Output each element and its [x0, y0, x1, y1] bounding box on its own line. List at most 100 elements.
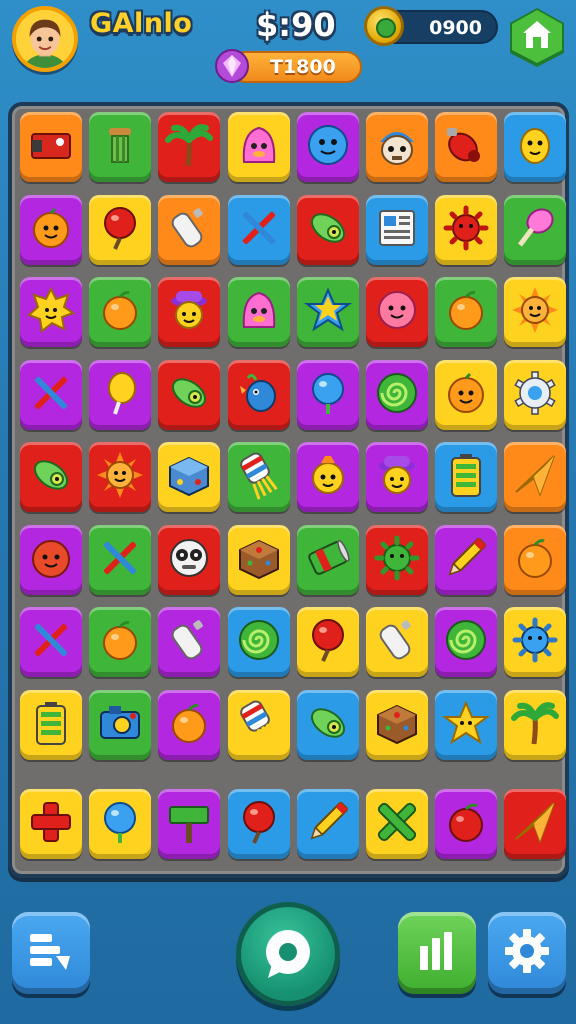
pencil-cross-icon: [104, 541, 137, 574]
game-board: [8, 102, 569, 878]
red-face-icon: [32, 539, 70, 578]
board-tile[interactable]: [504, 524, 567, 595]
board-tile[interactable]: [504, 607, 567, 677]
board-tile[interactable]: [435, 442, 498, 512]
board-tile[interactable]: [504, 689, 567, 760]
board-tile[interactable]: [20, 277, 82, 347]
board-tile[interactable]: [89, 359, 152, 430]
board-tile[interactable]: [227, 607, 290, 677]
board-tile[interactable]: [89, 607, 152, 677]
avatar[interactable]: [12, 6, 78, 72]
yellow-balloon-icon: [108, 371, 137, 415]
board-tile[interactable]: [89, 112, 152, 182]
board-tile[interactable]: [435, 277, 498, 347]
board-tile[interactable]: [20, 607, 82, 677]
board-tile[interactable]: [296, 689, 359, 760]
board-tile[interactable]: [296, 442, 359, 512]
board-tile[interactable]: [366, 112, 428, 182]
board-tile[interactable]: [296, 194, 359, 265]
board-tile[interactable]: [158, 112, 221, 182]
board-tile[interactable]: [20, 442, 82, 512]
board-tile[interactable]: [158, 359, 221, 430]
board-tile[interactable]: [296, 359, 359, 430]
board-tile[interactable]: [158, 277, 221, 347]
board-tile[interactable]: [366, 689, 428, 760]
board-tile[interactable]: [227, 194, 290, 265]
board-tile[interactable]: [158, 689, 221, 760]
home-button[interactable]: [508, 6, 566, 68]
green-can-icon: [308, 539, 350, 575]
board-tile[interactable]: [227, 277, 290, 347]
orange-fruit-icon: [518, 538, 553, 578]
stats-button[interactable]: [398, 912, 476, 994]
blue-star-icon: [303, 287, 352, 332]
board-tile[interactable]: [504, 359, 567, 430]
board-tile[interactable]: [158, 442, 221, 512]
board-tile[interactable]: [504, 277, 567, 347]
red-balloon-icon: [104, 206, 137, 250]
board-tile[interactable]: [296, 524, 359, 595]
board-tile[interactable]: [435, 112, 498, 182]
board-tile[interactable]: [504, 788, 567, 859]
menu-button[interactable]: [12, 912, 90, 994]
board-tile[interactable]: [227, 442, 290, 512]
board-tile[interactable]: [366, 788, 428, 859]
board-tile[interactable]: [227, 689, 290, 760]
board-tile[interactable]: [89, 524, 152, 595]
board-tile[interactable]: [504, 112, 567, 182]
settings-button[interactable]: [488, 912, 566, 994]
gem-counter[interactable]: T1800: [215, 49, 362, 83]
white-mask-icon: [170, 538, 209, 577]
orange-fruit-icon: [449, 291, 484, 330]
board-tile[interactable]: [20, 689, 82, 760]
board-tile[interactable]: [366, 607, 428, 677]
board-tile[interactable]: [435, 689, 498, 760]
board-tile[interactable]: [435, 194, 498, 265]
board-tile[interactable]: [20, 112, 82, 182]
board-tile[interactable]: [435, 359, 498, 430]
board-tile[interactable]: [366, 277, 428, 347]
board-tile[interactable]: [296, 112, 359, 182]
board-tile[interactable]: [158, 607, 221, 677]
board-tile[interactable]: [89, 442, 152, 512]
board-tile[interactable]: [20, 359, 82, 430]
board-tile[interactable]: [89, 277, 152, 347]
gear-icon: [505, 929, 549, 973]
red-spiky-ball-icon: [443, 205, 489, 250]
striped-brush-icon: [239, 700, 278, 748]
board-tile[interactable]: [158, 788, 221, 859]
board-tile[interactable]: [227, 788, 290, 859]
board-tile[interactable]: [435, 788, 498, 859]
board-tile[interactable]: [366, 194, 428, 265]
board-tile[interactable]: [504, 442, 567, 512]
board-tile[interactable]: [89, 689, 152, 760]
green-rocket-icon: [172, 377, 207, 408]
red-balloon-icon: [311, 619, 344, 662]
pink-blob-icon: [242, 126, 275, 163]
board-tile[interactable]: [158, 194, 221, 265]
board-tile[interactable]: [296, 788, 359, 859]
coin-counter[interactable]: 0900: [364, 6, 498, 46]
board-tile[interactable]: [296, 277, 359, 347]
board-tile[interactable]: [20, 788, 82, 859]
board-tile[interactable]: [227, 112, 290, 182]
yellow-face-icon: [311, 456, 344, 494]
board-tile[interactable]: [20, 524, 82, 595]
board-tile[interactable]: [158, 524, 221, 595]
board-tile[interactable]: [20, 194, 82, 265]
board-tile[interactable]: [227, 359, 290, 430]
green-spiral-icon: [446, 620, 487, 660]
board-tile[interactable]: [89, 194, 152, 265]
board-tile[interactable]: [296, 607, 359, 677]
center-action-button[interactable]: [236, 902, 340, 1006]
board-tile[interactable]: [435, 524, 498, 595]
board-tile[interactable]: [504, 194, 567, 265]
board-tile[interactable]: [227, 524, 290, 595]
board-tile[interactable]: [366, 524, 428, 595]
board-tile[interactable]: [366, 442, 428, 512]
board-tile[interactable]: [366, 359, 428, 430]
paper-plane-icon: [515, 801, 556, 844]
board-tile[interactable]: [435, 607, 498, 677]
board-tile[interactable]: [89, 788, 152, 859]
striped-brush-icon: [239, 452, 278, 500]
